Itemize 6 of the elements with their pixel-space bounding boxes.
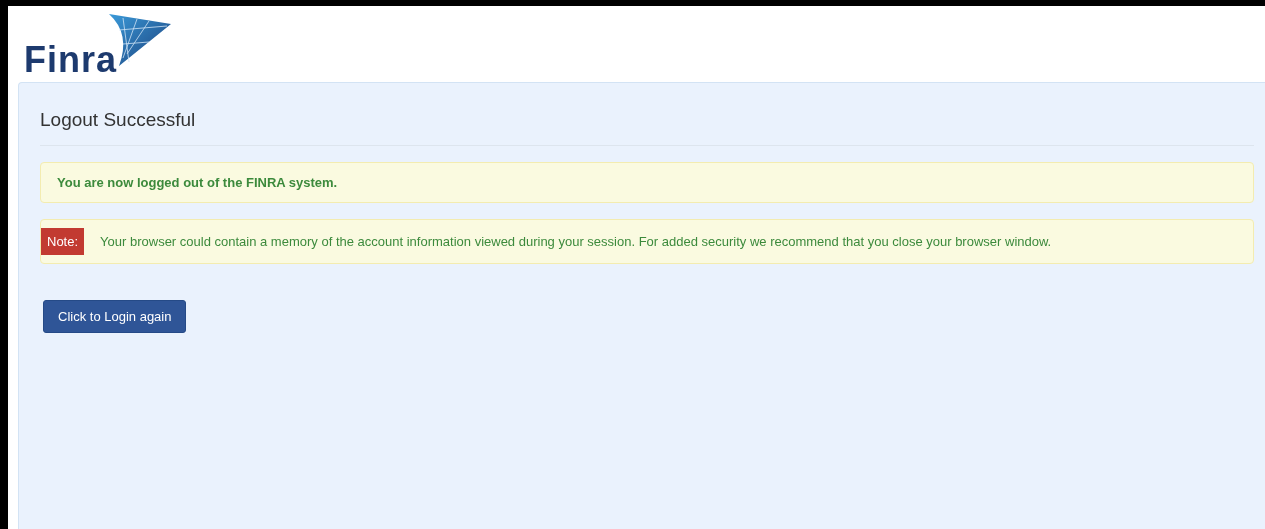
note-label: Note: (41, 228, 85, 255)
logo-text: Finra (24, 42, 117, 78)
alert-text: Your browser could contain a memory of the account information viewed during your session. For added security we recommend that you close your browser window. (100, 234, 1052, 249)
login-button[interactable]: Click to Login again (43, 300, 187, 333)
alert-text: You are now logged out of the FINRA system. (57, 175, 338, 190)
panel-title: Logout Successful (40, 108, 197, 132)
